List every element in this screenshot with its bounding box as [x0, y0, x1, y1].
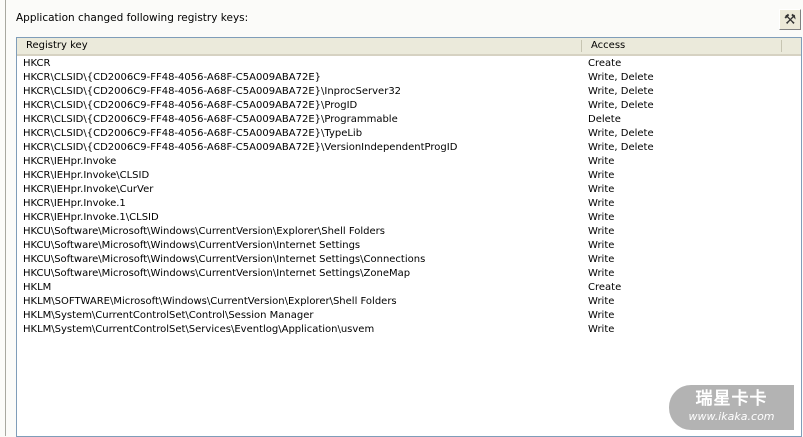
column-divider[interactable]: [781, 40, 782, 52]
registry-key-cell: HKCU\Software\Microsoft\Windows\CurrentV…: [23, 254, 426, 265]
registry-key-cell: HKCR\IEHpr.Invoke.1\CLSID: [23, 212, 159, 223]
registry-key-cell: HKCU\Software\Microsoft\Windows\CurrentV…: [23, 240, 361, 251]
registry-key-cell: HKCR\IEHpr.Invoke\CurVer: [23, 184, 154, 195]
table-row[interactable]: HKCU\Software\Microsoft\Windows\CurrentV…: [17, 225, 801, 239]
table-row[interactable]: HKCR\CLSID\{CD2006C9-FF48-4056-A68F-C5A0…: [17, 113, 801, 127]
registry-key-cell: HKCR\CLSID\{CD2006C9-FF48-4056-A68F-C5A0…: [23, 72, 322, 83]
caption-label: Application changed following registry k…: [16, 12, 249, 24]
registry-key-cell: HKLM: [23, 282, 52, 293]
panel-border: [5, 0, 6, 436]
registry-key-cell: HKCR\IEHpr.Invoke.1: [23, 198, 126, 209]
table-row[interactable]: HKCU\Software\Microsoft\Windows\CurrentV…: [17, 253, 801, 267]
table-row[interactable]: HKCR\CLSID\{CD2006C9-FF48-4056-A68F-C5A0…: [17, 127, 801, 141]
table-row[interactable]: HKCR\IEHpr.Invoke\CLSID Write: [17, 169, 801, 183]
access-cell: Write: [588, 170, 615, 181]
access-cell: Write: [588, 240, 615, 251]
watermark-logo: 瑞星卡卡 www.ikaka.com: [669, 385, 794, 430]
registry-key-cell: HKCR\IEHpr.Invoke\CLSID: [23, 170, 150, 181]
registry-key-cell: HKCR\IEHpr.Invoke: [23, 156, 117, 167]
access-cell: Write: [588, 156, 615, 167]
column-header-access[interactable]: Access: [582, 38, 782, 54]
table-row[interactable]: HKCR\CLSID\{CD2006C9-FF48-4056-A68F-C5A0…: [17, 141, 801, 155]
access-cell: Create: [588, 58, 622, 69]
registry-keys-list[interactable]: Registry key Access HKCR Create HKCR\CLSID…: [16, 37, 802, 437]
table-row[interactable]: HKCR\CLSID\{CD2006C9-FF48-4056-A68F-C5A0…: [17, 71, 801, 85]
access-cell: Write: [588, 324, 615, 335]
tools-button[interactable]: ⚒: [779, 9, 801, 30]
table-row[interactable]: HKCR\IEHpr.Invoke Write: [17, 155, 801, 169]
list-rows: HKCR Create HKCR\CLSID\{CD2006C9-FF48-4056…: [17, 57, 801, 337]
access-cell: Write, Delete: [588, 128, 654, 139]
column-header-registry-key[interactable]: Registry key: [17, 38, 582, 54]
access-cell: Write, Delete: [588, 86, 654, 97]
table-row[interactable]: HKLM\System\CurrentControlSet\Control\Se…: [17, 309, 801, 323]
table-row[interactable]: HKCR\CLSID\{CD2006C9-FF48-4056-A68F-C5A0…: [17, 99, 801, 113]
access-cell: Write: [588, 184, 615, 195]
table-row[interactable]: HKLM Create: [17, 281, 801, 295]
access-cell: Write: [588, 198, 615, 209]
registry-key-cell: HKCU\Software\Microsoft\Windows\CurrentV…: [23, 226, 385, 237]
access-cell: Write: [588, 254, 615, 265]
table-row[interactable]: HKLM\System\CurrentControlSet\Services\E…: [17, 323, 801, 337]
access-cell: Write, Delete: [588, 100, 654, 111]
access-cell: Write, Delete: [588, 72, 654, 83]
access-cell: Write, Delete: [588, 142, 654, 153]
access-cell: Write: [588, 296, 615, 307]
registry-key-cell: HKCR\CLSID\{CD2006C9-FF48-4056-A68F-C5A0…: [23, 142, 458, 153]
access-cell: Create: [588, 282, 622, 293]
registry-key-cell: HKCR\CLSID\{CD2006C9-FF48-4056-A68F-C5A0…: [23, 86, 402, 97]
table-row[interactable]: HKLM\SOFTWARE\Microsoft\Windows\CurrentV…: [17, 295, 801, 309]
registry-key-cell: HKLM\System\CurrentControlSet\Control\Se…: [23, 310, 314, 321]
table-row[interactable]: HKCU\Software\Microsoft\Windows\CurrentV…: [17, 267, 801, 281]
registry-key-cell: HKCR\CLSID\{CD2006C9-FF48-4056-A68F-C5A0…: [23, 128, 363, 139]
registry-key-cell: HKCR\CLSID\{CD2006C9-FF48-4056-A68F-C5A0…: [23, 100, 358, 111]
registry-key-cell: HKCU\Software\Microsoft\Windows\CurrentV…: [23, 268, 411, 279]
hammer-wrench-icon: ⚒: [783, 11, 797, 28]
registry-key-cell: HKLM\SOFTWARE\Microsoft\Windows\CurrentV…: [23, 296, 397, 307]
table-row[interactable]: HKCR Create: [17, 57, 801, 71]
registry-key-cell: HKCR\CLSID\{CD2006C9-FF48-4056-A68F-C5A0…: [23, 114, 398, 125]
table-row[interactable]: HKCU\Software\Microsoft\Windows\CurrentV…: [17, 239, 801, 253]
access-cell: Write: [588, 310, 615, 321]
table-row[interactable]: HKCR\IEHpr.Invoke\CurVer Write: [17, 183, 801, 197]
table-row[interactable]: HKCR\IEHpr.Invoke.1\CLSID Write: [17, 211, 801, 225]
access-cell: Write: [588, 226, 615, 237]
list-header: Registry key Access: [17, 38, 801, 56]
registry-key-cell: HKLM\System\CurrentControlSet\Services\E…: [23, 324, 375, 335]
access-cell: Write: [588, 268, 615, 279]
table-row[interactable]: HKCR\IEHpr.Invoke.1 Write: [17, 197, 801, 211]
access-cell: Write: [588, 212, 615, 223]
table-row[interactable]: HKCR\CLSID\{CD2006C9-FF48-4056-A68F-C5A0…: [17, 85, 801, 99]
registry-key-cell: HKCR: [23, 58, 51, 69]
access-cell: Delete: [588, 114, 621, 125]
